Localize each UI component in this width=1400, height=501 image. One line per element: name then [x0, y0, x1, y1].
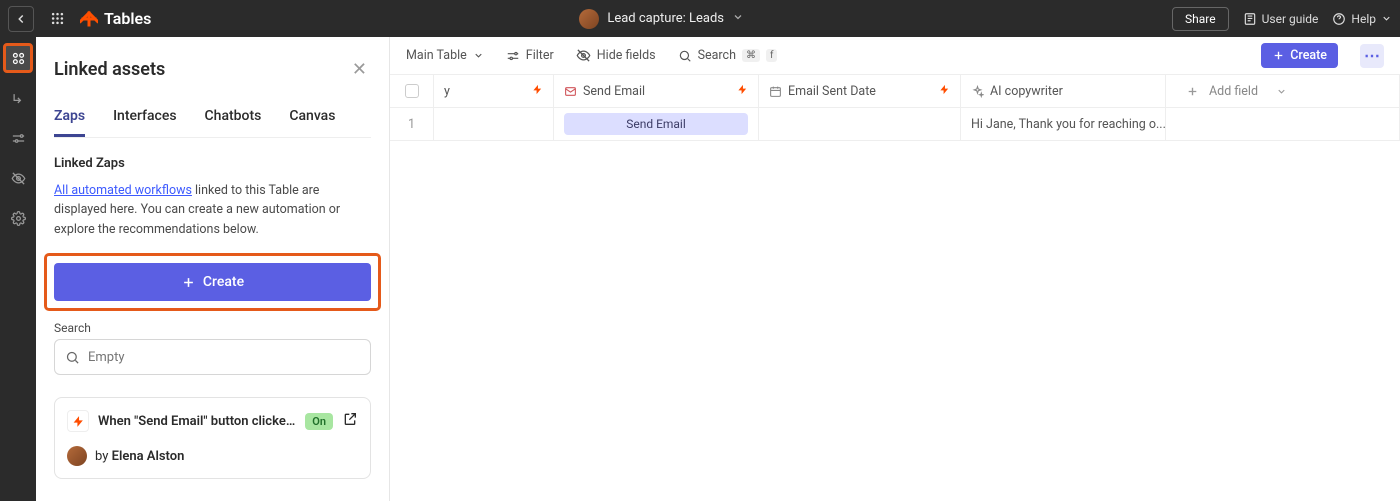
doc-title-selector[interactable]: Lead capture: Leads [151, 9, 1172, 29]
section-description: All automated workflows linked to this T… [54, 181, 371, 239]
zap-author: Elena Alston [112, 449, 185, 464]
zap-status-badge: On [305, 413, 333, 430]
author-avatar [67, 446, 87, 466]
zapier-logo-icon [80, 10, 98, 28]
add-field-button[interactable]: Add field [1166, 75, 1400, 107]
bolt-icon [737, 84, 748, 98]
view-selector[interactable]: Main Table [406, 48, 484, 63]
rail-visibility[interactable] [5, 165, 31, 191]
back-button[interactable] [8, 6, 34, 32]
open-zap-external-icon[interactable] [342, 411, 358, 431]
rail-settings[interactable] [5, 205, 31, 231]
rail-sliders[interactable] [5, 125, 31, 151]
select-all-cell[interactable] [390, 75, 434, 107]
left-rail [0, 37, 36, 501]
plus-icon [1186, 85, 1199, 98]
topbar: Tables Lead capture: Leads Share User gu… [0, 0, 1400, 37]
apps-grid-icon[interactable] [44, 6, 70, 32]
search-label: Search [54, 321, 371, 335]
zap-bolt-icon [67, 410, 89, 432]
table-header-row: y Send Email Email Sent Date [390, 75, 1400, 108]
select-all-checkbox[interactable] [405, 84, 419, 98]
workspace-avatar [579, 9, 599, 29]
chevron-down-icon [1276, 86, 1287, 97]
cell-col-a[interactable] [434, 108, 554, 140]
hide-fields-button[interactable]: Hide fields [576, 48, 656, 63]
kbd-cmd: ⌘ [742, 49, 760, 62]
search-button[interactable]: Search ⌘ f [678, 48, 778, 63]
column-header-send-email[interactable]: Send Email [554, 75, 759, 107]
toolbar-more-button[interactable]: ⋯ [1360, 44, 1384, 68]
linked-zap-card[interactable]: When "Send Email" button clicked, se... … [54, 397, 371, 479]
all-workflows-link[interactable]: All automated workflows [54, 183, 192, 198]
zap-title: When "Send Email" button clicked, se... [98, 414, 296, 429]
cell-send-email[interactable]: Send Email [554, 108, 759, 140]
search-input-wrapper[interactable] [54, 339, 371, 375]
annotation-highlight-create: Create [44, 253, 381, 311]
calendar-icon [769, 85, 782, 98]
send-email-button[interactable]: Send Email [564, 113, 748, 135]
tab-chatbots[interactable]: Chatbots [205, 98, 262, 137]
close-panel-button[interactable]: ✕ [348, 55, 371, 84]
linked-assets-panel: Linked assets ✕ Zaps Interfaces Chatbots… [36, 37, 390, 501]
tab-interfaces[interactable]: Interfaces [113, 98, 176, 137]
column-header-ai-copywriter[interactable]: AI copywriter [961, 75, 1166, 107]
cell-email-sent-date[interactable] [759, 108, 961, 140]
brand-label: Tables [104, 9, 151, 28]
bolt-icon [532, 84, 543, 98]
column-header-email-sent-date[interactable]: Email Sent Date [759, 75, 961, 107]
cell-ai-copywriter[interactable]: Hi Jane, Thank you for reaching o... [961, 108, 1166, 140]
panel-title: Linked assets [54, 59, 165, 80]
sparkle-icon [971, 85, 984, 98]
rail-arrow[interactable] [5, 85, 31, 111]
toolbar-create-button[interactable]: Create [1261, 43, 1338, 68]
help-link[interactable]: Help [1332, 12, 1392, 26]
doc-title: Lead capture: Leads [607, 11, 724, 26]
user-guide-link[interactable]: User guide [1243, 12, 1319, 26]
column-header-partial[interactable]: y [434, 75, 554, 107]
create-zap-button[interactable]: Create [54, 263, 371, 301]
filter-button[interactable]: Filter [506, 48, 554, 63]
search-icon [65, 350, 80, 365]
search-input[interactable] [88, 350, 360, 365]
cell-empty [1166, 108, 1400, 140]
bolt-icon [939, 84, 950, 98]
kbd-f: f [766, 49, 777, 62]
main-content: Main Table Filter Hide fields Search ⌘ f… [390, 37, 1400, 501]
table-row: 1 Send Email Hi Jane, Thank you for reac… [390, 108, 1400, 141]
section-title: Linked Zaps [54, 156, 371, 171]
rail-linked-assets[interactable] [5, 45, 31, 71]
row-number[interactable]: 1 [390, 108, 434, 140]
envelope-icon [564, 85, 577, 98]
tab-zaps[interactable]: Zaps [54, 98, 85, 137]
chevron-down-icon [732, 11, 744, 27]
tab-canvas[interactable]: Canvas [289, 98, 335, 137]
share-button[interactable]: Share [1172, 7, 1229, 31]
panel-tabs: Zaps Interfaces Chatbots Canvas [54, 98, 371, 138]
table-toolbar: Main Table Filter Hide fields Search ⌘ f… [390, 37, 1400, 75]
